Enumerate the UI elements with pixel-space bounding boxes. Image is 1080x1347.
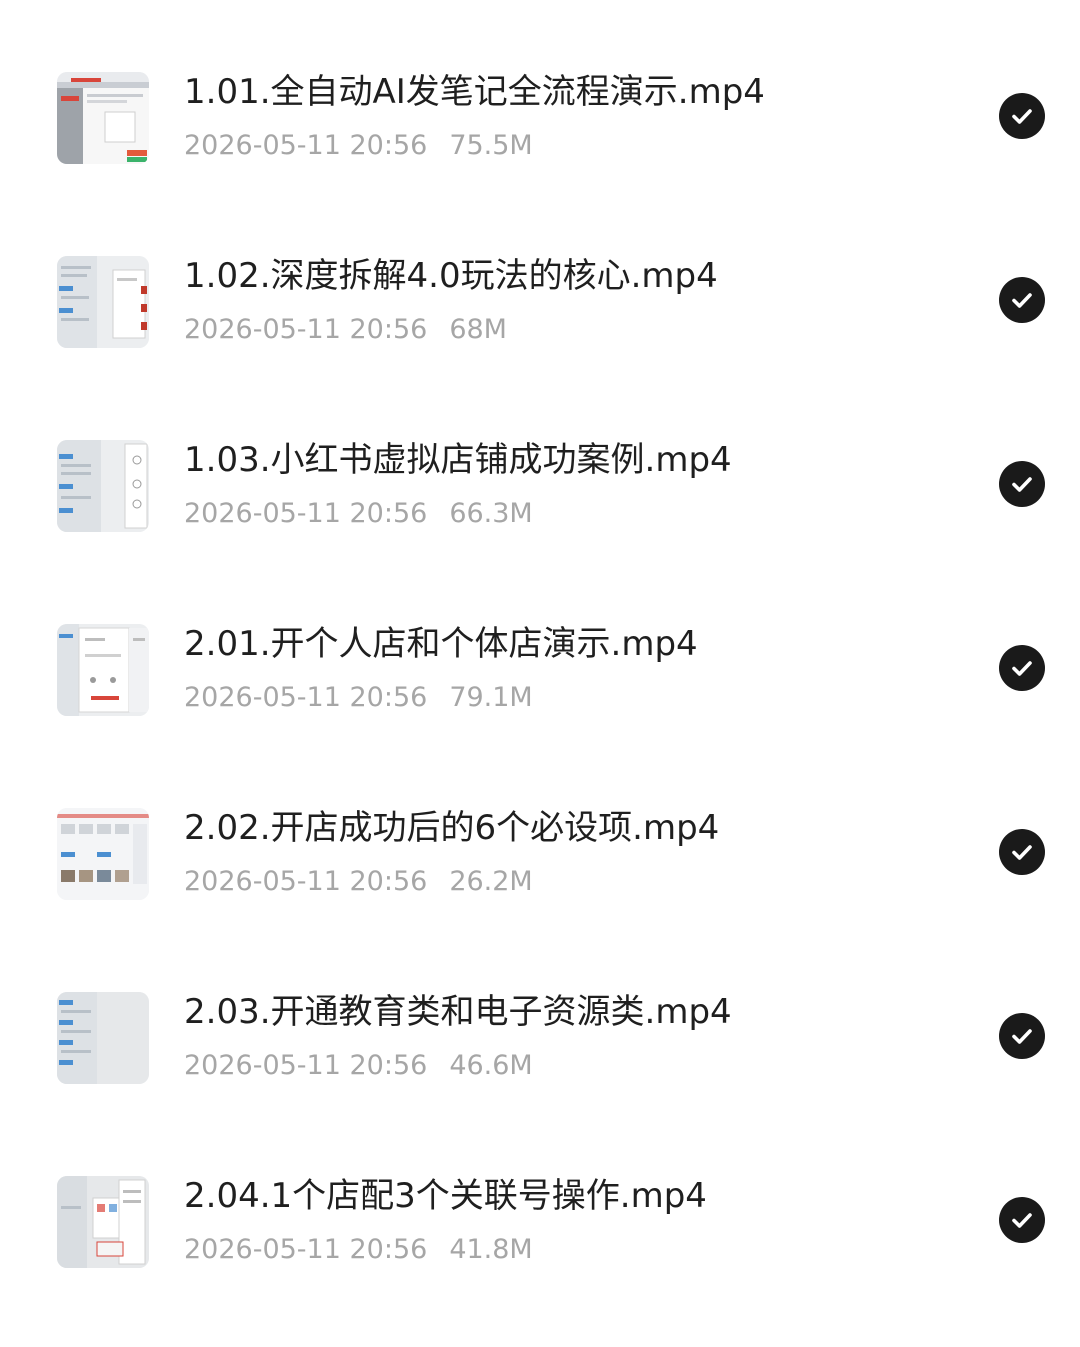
- file-meta: 2026-05-11 20:56 46.6M: [184, 1050, 533, 1081]
- file-size: 26.2M: [449, 866, 533, 897]
- file-size: 41.8M: [449, 1234, 533, 1265]
- file-meta: 2026-05-11 20:56 68M: [184, 314, 507, 345]
- file-meta: 2026-05-11 20:56 79.1M: [184, 682, 533, 713]
- file-size: 66.3M: [449, 498, 533, 529]
- check-circle-icon[interactable]: [999, 277, 1045, 323]
- file-name: 2.03.开通教育类和电子资源类.mp4: [184, 992, 732, 1032]
- file-row[interactable]: 1.01.全自动AI发笔记全流程演示.mp4 2026-05-11 20:56 7…: [0, 26, 1080, 210]
- check-circle-icon[interactable]: [999, 829, 1045, 875]
- file-meta: 2026-05-11 20:56 26.2M: [184, 866, 533, 897]
- file-row[interactable]: 2.01.开个人店和个体店演示.mp4 2026-05-11 20:56 79.1…: [0, 578, 1080, 762]
- file-name: 1.03.小红书虚拟店铺成功案例.mp4: [184, 440, 732, 480]
- file-meta: 2026-05-11 20:56 75.5M: [184, 130, 533, 161]
- video-thumbnail: [57, 808, 149, 900]
- check-circle-icon[interactable]: [999, 461, 1045, 507]
- video-thumbnail: [57, 256, 149, 348]
- video-thumbnail: [57, 624, 149, 716]
- file-row[interactable]: 1.03.小红书虚拟店铺成功案例.mp4 2026-05-11 20:56 66.…: [0, 394, 1080, 578]
- check-circle-icon[interactable]: [999, 1197, 1045, 1243]
- file-name: 1.02.深度拆解4.0玩法的核心.mp4: [184, 256, 718, 296]
- file-date: 2026-05-11 20:56: [184, 1050, 428, 1081]
- file-row[interactable]: 1.02.深度拆解4.0玩法的核心.mp4 2026-05-11 20:56 68…: [0, 210, 1080, 394]
- video-thumbnail: [57, 440, 149, 532]
- file-date: 2026-05-11 20:56: [184, 866, 428, 897]
- file-list: 1.01.全自动AI发笔记全流程演示.mp4 2026-05-11 20:56 7…: [0, 26, 1080, 1314]
- file-row[interactable]: 2.02.开店成功后的6个必设项.mp4 2026-05-11 20:56 26.…: [0, 762, 1080, 946]
- video-thumbnail: [57, 992, 149, 1084]
- file-date: 2026-05-11 20:56: [184, 498, 428, 529]
- file-date: 2026-05-11 20:56: [184, 130, 428, 161]
- file-name: 2.02.开店成功后的6个必设项.mp4: [184, 808, 720, 848]
- file-size: 46.6M: [449, 1050, 533, 1081]
- file-date: 2026-05-11 20:56: [184, 682, 428, 713]
- check-circle-icon[interactable]: [999, 1013, 1045, 1059]
- file-name: 2.01.开个人店和个体店演示.mp4: [184, 624, 698, 664]
- file-name: 2.04.1个店配3个关联号操作.mp4: [184, 1176, 707, 1216]
- file-date: 2026-05-11 20:56: [184, 314, 428, 345]
- file-size: 75.5M: [449, 130, 533, 161]
- file-row[interactable]: 2.03.开通教育类和电子资源类.mp4 2026-05-11 20:56 46.…: [0, 946, 1080, 1130]
- check-circle-icon[interactable]: [999, 93, 1045, 139]
- check-circle-icon[interactable]: [999, 645, 1045, 691]
- video-thumbnail: [57, 72, 149, 164]
- file-meta: 2026-05-11 20:56 41.8M: [184, 1234, 533, 1265]
- file-name: 1.01.全自动AI发笔记全流程演示.mp4: [184, 72, 765, 112]
- file-size: 68M: [449, 314, 507, 345]
- file-row[interactable]: 2.04.1个店配3个关联号操作.mp4 2026-05-11 20:56 41.…: [0, 1130, 1080, 1314]
- file-meta: 2026-05-11 20:56 66.3M: [184, 498, 533, 529]
- file-date: 2026-05-11 20:56: [184, 1234, 428, 1265]
- file-size: 79.1M: [449, 682, 533, 713]
- video-thumbnail: [57, 1176, 149, 1268]
